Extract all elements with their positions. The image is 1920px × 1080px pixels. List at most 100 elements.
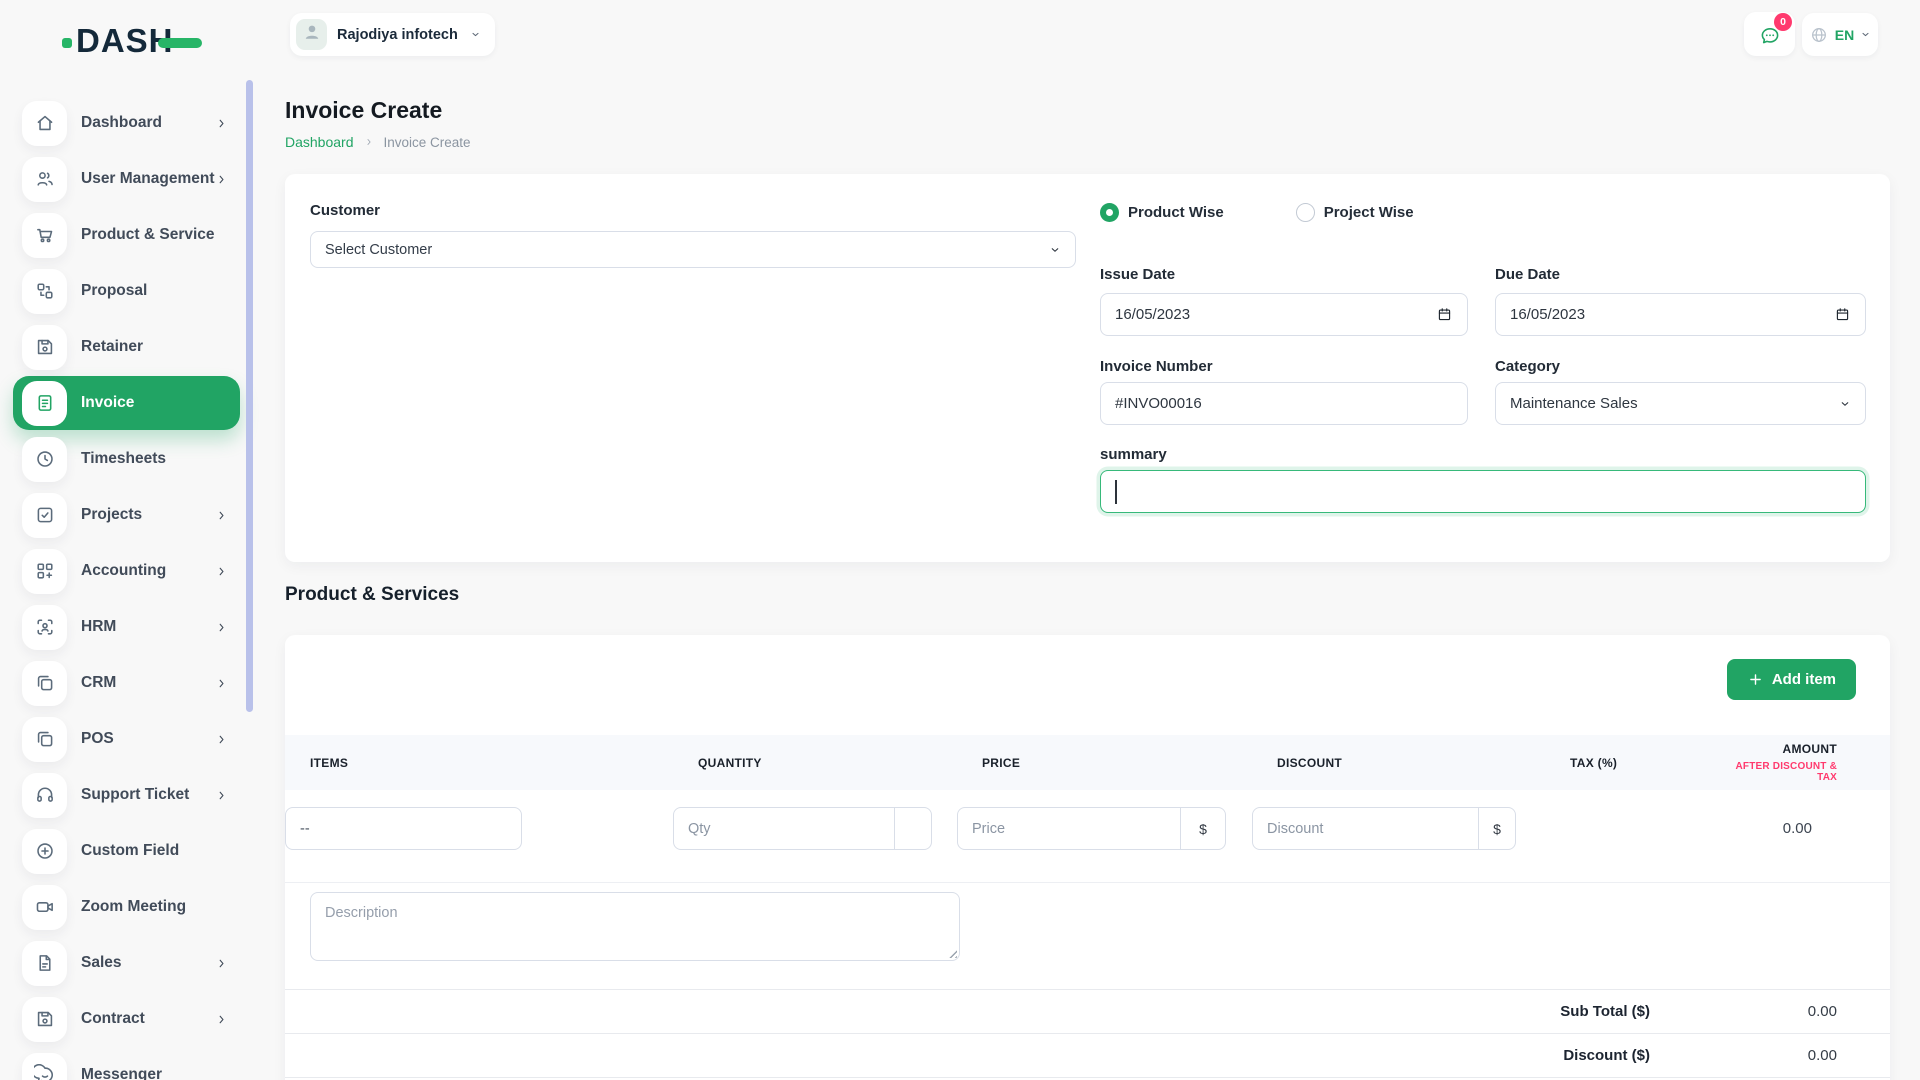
- items-table-header: ITEMS QUANTITY PRICE DISCOUNT TAX (%) AM…: [285, 735, 1890, 790]
- sidebar-item-retainer[interactable]: Retainer: [0, 319, 252, 375]
- sidebar-item-label: Timesheets: [81, 450, 166, 468]
- chevron-right-icon: [215, 509, 228, 522]
- chevron-right-icon: [215, 117, 228, 130]
- sidebar-nav: DashboardUser Management Product & Servic…: [0, 95, 252, 1080]
- sidebar-item-projects[interactable]: Projects: [0, 487, 252, 543]
- sidebar-item-custom-field[interactable]: Custom Field: [0, 823, 252, 879]
- chevron-right-icon: [215, 621, 228, 634]
- discount-input-group: $: [1252, 807, 1516, 850]
- issue-date-label: Issue Date: [1100, 266, 1175, 283]
- messages-button[interactable]: 0: [1744, 12, 1795, 56]
- description-textarea[interactable]: [310, 892, 960, 961]
- sidebar-item-crm[interactable]: CRM: [0, 655, 252, 711]
- sidebar-item-label: Support Ticket: [81, 786, 189, 804]
- radio-project-wise[interactable]: Project Wise: [1296, 203, 1414, 222]
- chevron-right-icon: [215, 565, 228, 578]
- sidebar-item-label: Proposal: [81, 282, 147, 300]
- summary-label: summary: [1100, 446, 1167, 463]
- items-table: ITEMS QUANTITY PRICE DISCOUNT TAX (%) AM…: [285, 735, 1890, 1078]
- chevron-right-icon: [215, 677, 228, 690]
- sidebar-item-user-management[interactable]: User Management: [0, 151, 252, 207]
- discount-cell: $: [1252, 807, 1545, 850]
- sidebar-item-label: Invoice: [81, 394, 134, 412]
- quantity-input-group: [673, 807, 932, 850]
- total-row-sub-total: Sub Total ($)0.00: [285, 990, 1890, 1034]
- clock-icon: [22, 437, 67, 482]
- sidebar-item-dashboard[interactable]: Dashboard: [0, 95, 252, 151]
- invoice-icon: [22, 381, 67, 426]
- sidebar-item-messenger[interactable]: Messenger: [0, 1047, 252, 1080]
- breadcrumb-current: Invoice Create: [384, 135, 471, 150]
- radio-label: Project Wise: [1324, 204, 1414, 221]
- sidebar-item-timesheets[interactable]: Timesheets: [0, 431, 252, 487]
- category-select[interactable]: Maintenance Sales: [1495, 382, 1866, 425]
- sidebar-item-hrm[interactable]: HRM: [0, 599, 252, 655]
- chat-icon: [22, 1053, 67, 1080]
- add-item-button[interactable]: Add item: [1727, 659, 1856, 700]
- sidebar-item-label: Sales: [81, 954, 122, 972]
- sidebar-item-zoom-meeting[interactable]: Zoom Meeting: [0, 879, 252, 935]
- radio-checked-icon: [1100, 203, 1119, 222]
- header-amount-title: AMOUNT: [1783, 742, 1837, 756]
- globe-icon: [1809, 25, 1829, 45]
- language-code: EN: [1835, 27, 1854, 43]
- quantity-input[interactable]: [674, 808, 894, 849]
- summary-textarea[interactable]: [1100, 470, 1866, 513]
- price-input[interactable]: [958, 808, 1180, 849]
- issue-date-value: 16/05/2023: [1115, 306, 1190, 323]
- sidebar-scrollbar[interactable]: [246, 80, 253, 712]
- cart-icon: [22, 213, 67, 258]
- invoice-number-label: Invoice Number: [1100, 358, 1213, 375]
- sidebar-item-label: CRM: [81, 674, 116, 692]
- calendar-icon[interactable]: [1834, 306, 1851, 323]
- header-discount: DISCOUNT: [1277, 756, 1570, 770]
- sidebar-item-support-ticket[interactable]: Support Ticket: [0, 767, 252, 823]
- page-title: Invoice Create: [285, 97, 442, 124]
- invoice-number-value: #INVO00016: [1115, 395, 1202, 412]
- home-icon: [22, 101, 67, 146]
- video-icon: [22, 885, 67, 930]
- file-icon: [22, 941, 67, 986]
- discount-input[interactable]: [1253, 808, 1478, 849]
- sidebar-item-sales[interactable]: Sales: [0, 935, 252, 991]
- plus-icon: [1747, 671, 1764, 688]
- sidebar-item-contract[interactable]: Contract: [0, 991, 252, 1047]
- breadcrumb-dashboard-link[interactable]: Dashboard: [285, 134, 354, 150]
- customer-select[interactable]: Select Customer: [310, 231, 1076, 268]
- breadcrumb: Dashboard Invoice Create: [285, 134, 471, 150]
- chevron-right-icon: [215, 733, 228, 746]
- sidebar-item-proposal[interactable]: Proposal: [0, 263, 252, 319]
- price-currency-addon: $: [1180, 808, 1225, 849]
- disk-icon: [22, 997, 67, 1042]
- calendar-icon[interactable]: [1436, 306, 1453, 323]
- sidebar-item-accounting[interactable]: Accounting: [0, 543, 252, 599]
- sidebar-item-product-service[interactable]: Product & Service: [0, 207, 252, 263]
- language-selector[interactable]: EN: [1802, 13, 1878, 56]
- total-value: 0.00: [1650, 1003, 1890, 1020]
- invoice-number-input[interactable]: #INVO00016: [1100, 382, 1468, 425]
- item-cell: [285, 807, 673, 850]
- sidebar-item-label: Product & Service: [81, 226, 215, 244]
- brand-dash-icon: [158, 38, 202, 48]
- quantity-addon: [894, 808, 931, 849]
- company-selector[interactable]: Rajodiya infotech: [290, 13, 495, 56]
- cards-icon: [22, 717, 67, 762]
- brand-logo[interactable]: DASH: [62, 22, 202, 60]
- app-root: DASH DashboardUser ManagementProduct & S…: [0, 0, 1920, 1080]
- header-tax: TAX (%): [1570, 756, 1725, 770]
- sidebar-item-pos[interactable]: POS: [0, 711, 252, 767]
- item-select-input[interactable]: [285, 807, 522, 850]
- customer-label: Customer: [310, 202, 380, 219]
- avatar: [296, 19, 327, 50]
- total-label: Sub Total ($): [1560, 1003, 1650, 1020]
- disk-icon: [22, 325, 67, 370]
- cards-icon: [22, 661, 67, 706]
- header-quantity: QUANTITY: [698, 756, 982, 770]
- due-date-input[interactable]: 16/05/2023: [1495, 293, 1866, 336]
- chevron-down-icon: [1839, 398, 1851, 410]
- issue-date-input[interactable]: 16/05/2023: [1100, 293, 1468, 336]
- radio-product-wise[interactable]: Product Wise: [1100, 203, 1224, 222]
- sidebar-item-label: HRM: [81, 618, 116, 636]
- chevron-down-icon: [470, 29, 481, 40]
- sidebar-item-invoice[interactable]: Invoice: [0, 375, 252, 431]
